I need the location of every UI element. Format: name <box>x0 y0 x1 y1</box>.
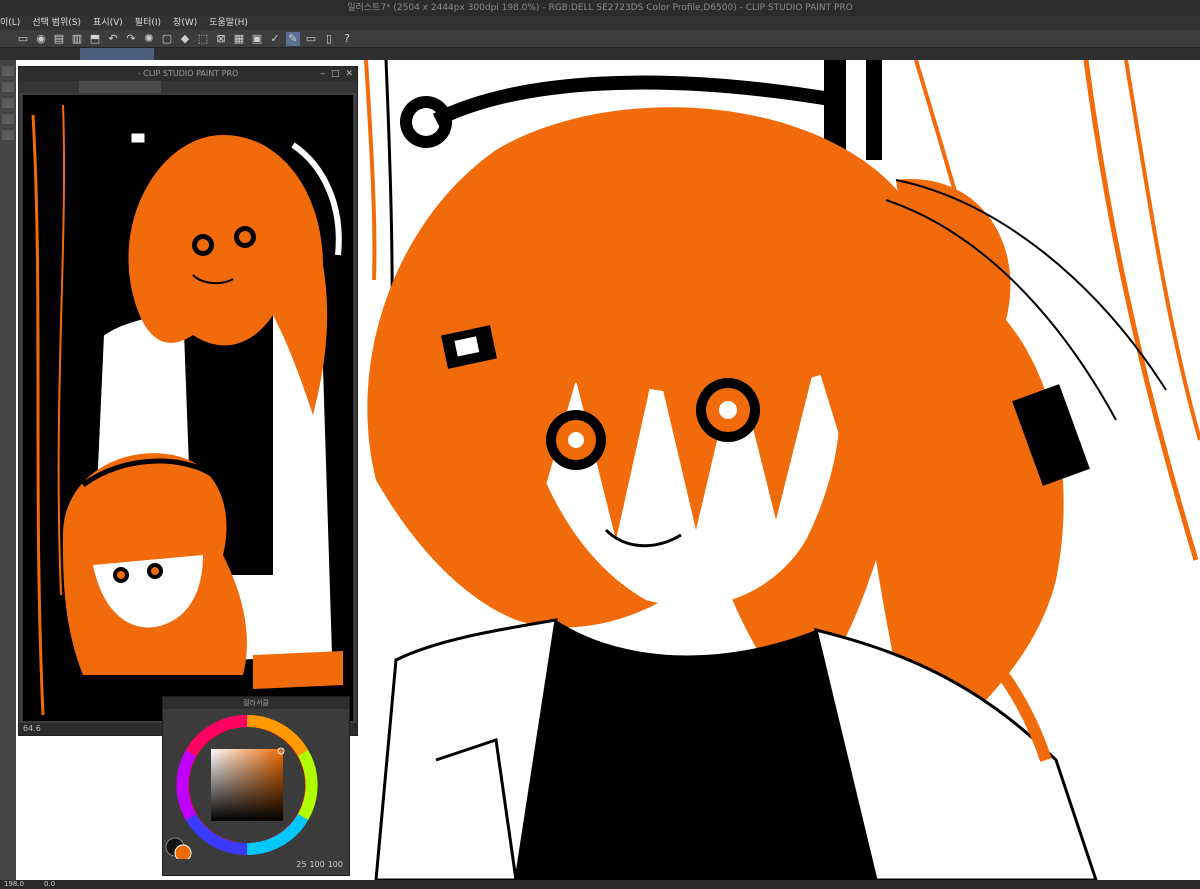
subview-illustration <box>31 104 343 716</box>
open-file-icon[interactable]: ▤ <box>52 32 66 46</box>
document-tab[interactable] <box>80 48 154 60</box>
color-wheel[interactable] <box>163 709 349 862</box>
help-icon[interactable]: ? <box>340 32 354 46</box>
close-icon[interactable]: ✕ <box>345 67 353 81</box>
tool-button[interactable] <box>2 98 14 108</box>
menu-item-help[interactable]: 도움말(H) <box>209 16 248 30</box>
value-value[interactable]: 100 <box>328 860 343 869</box>
menu-item-view[interactable]: 표시(V) <box>93 16 123 30</box>
ruler-icon[interactable]: ▭ <box>304 32 318 46</box>
tool-button[interactable] <box>2 82 14 92</box>
device-icon[interactable]: ▯ <box>322 32 336 46</box>
maximize-icon[interactable]: □ <box>331 67 340 81</box>
rotation-angle[interactable]: 0.0 <box>44 880 55 889</box>
gradient-icon[interactable]: ▦ <box>232 32 246 46</box>
color-wheel-panel: 컬러서클 25 100 100 <box>162 696 350 876</box>
hsv-readout: 25 100 100 <box>296 860 343 869</box>
color-panel-title: 컬러서클 <box>163 697 349 709</box>
export-icon[interactable]: ⬒ <box>88 32 102 46</box>
loading-icon[interactable]: ✺ <box>142 32 156 46</box>
window-title: 일러스트7* (2504 x 2444px 300dpi 198.0%) - R… <box>0 0 1200 16</box>
subview-tab[interactable] <box>79 81 161 93</box>
tool-button[interactable] <box>2 66 14 76</box>
transform-icon[interactable]: ▢ <box>160 32 174 46</box>
new-file-icon[interactable]: ▭ <box>16 32 30 46</box>
tool-button[interactable] <box>2 130 14 140</box>
minimize-icon[interactable]: – <box>320 67 325 81</box>
menu-item-filter[interactable]: 필터(I) <box>135 16 161 30</box>
left-tool-strip <box>0 60 16 880</box>
menu-item-window[interactable]: 창(W) <box>173 16 197 30</box>
menu-item-selection[interactable]: 선택 범위(S) <box>32 16 81 30</box>
status-bar: 198.0 0.0 <box>0 880 1200 889</box>
canvas-tab-strip <box>0 48 1200 60</box>
zoom-level[interactable]: 198.0 <box>4 880 24 889</box>
menu-item-layer[interactable]: 이(L) <box>0 16 20 30</box>
subview-window[interactable]: - CLIP STUDIO PAINT PRO – □ ✕ 64.6 <box>18 66 358 736</box>
view-icon[interactable]: ◉ <box>34 32 48 46</box>
pen-icon[interactable]: ✎ <box>286 31 300 46</box>
saturation-value[interactable]: 100 <box>309 860 324 869</box>
selection-icon[interactable]: ⬚ <box>196 32 210 46</box>
tool-button[interactable] <box>2 114 14 124</box>
subview-tab-strip <box>19 81 357 93</box>
redo-icon[interactable]: ↷ <box>124 32 138 46</box>
box-icon[interactable]: ▣ <box>250 32 264 46</box>
subview-title: - CLIP STUDIO PAINT PRO <box>137 69 239 78</box>
fill-icon[interactable]: ◆ <box>178 32 192 46</box>
command-bar: ▭ ◉ ▤ ▥ ⬒ ↶ ↷ ✺ ▢ ◆ ⬚ ⊠ ▦ ▣ ✓ ✎ ▭ ▯ ? <box>0 30 1200 48</box>
subview-canvas[interactable] <box>23 95 353 721</box>
clear-icon[interactable]: ⊠ <box>214 32 228 46</box>
save-icon[interactable]: ▥ <box>70 32 84 46</box>
undo-icon[interactable]: ↶ <box>106 32 120 46</box>
menu-bar: 이(L) 선택 범위(S) 표시(V) 필터(I) 창(W) 도움말(H) <box>0 16 1200 30</box>
check-icon[interactable]: ✓ <box>268 32 282 46</box>
hue-value[interactable]: 25 <box>296 860 306 869</box>
